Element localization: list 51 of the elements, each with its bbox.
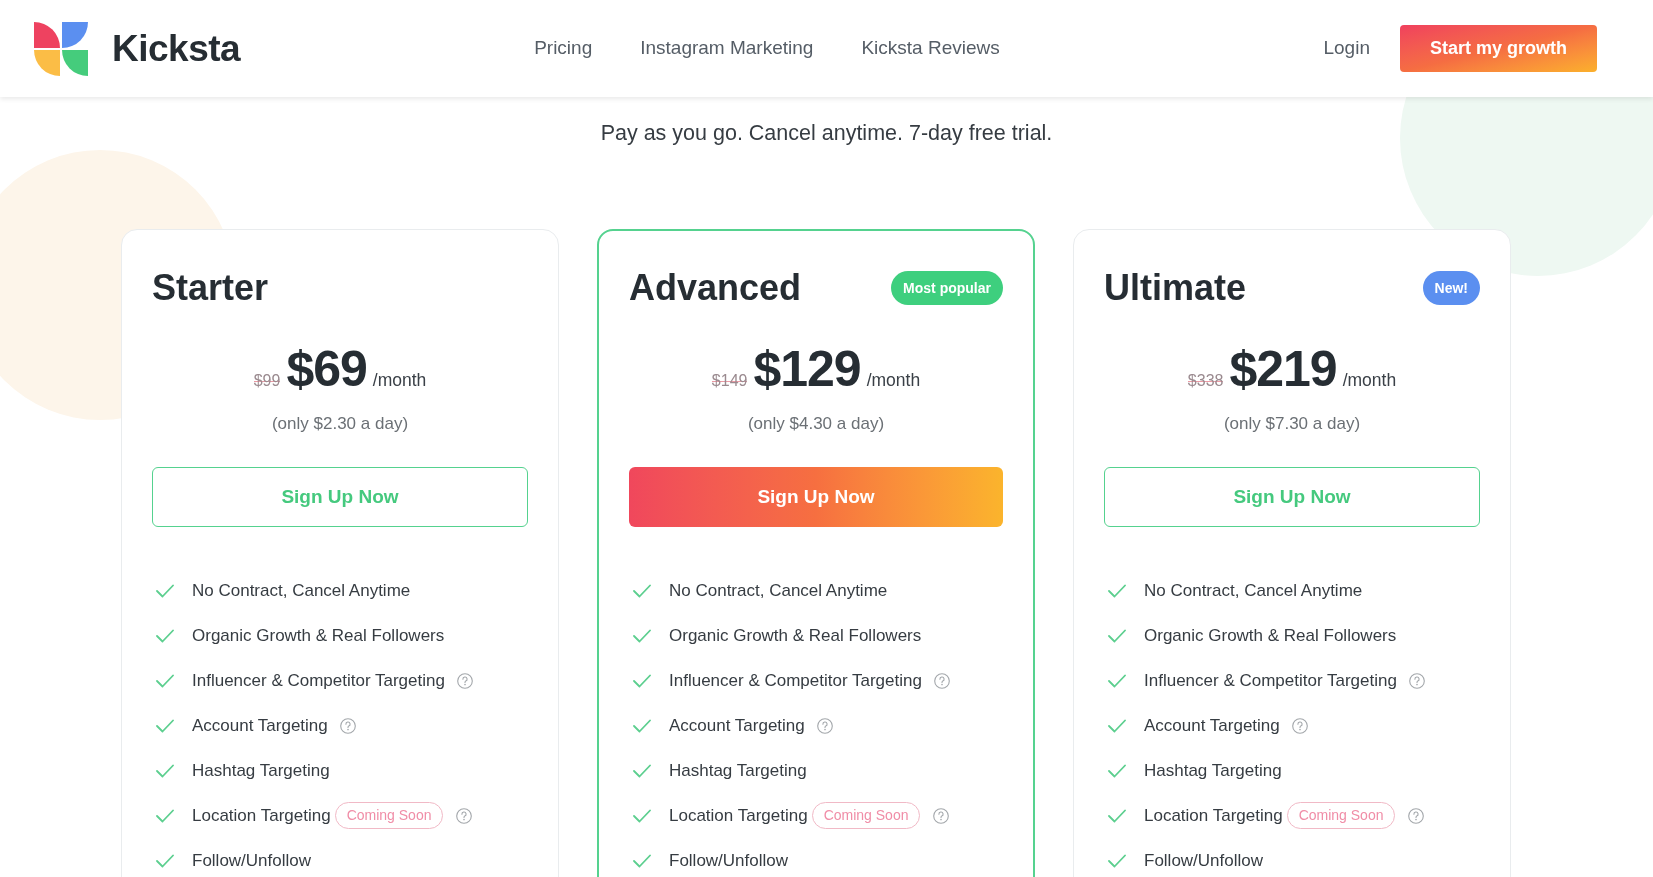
price: $129 — [753, 342, 861, 396]
plan-name: Starter — [152, 268, 269, 308]
feature-text: Organic Growth & Real Followers — [192, 624, 445, 647]
price-period: /month — [866, 369, 921, 392]
plan-name: Advanced — [629, 268, 802, 308]
feature-text: No Contract, Cancel Anytime — [669, 579, 888, 602]
plan-badge: Most popular — [891, 271, 1003, 305]
help-icon[interactable] — [933, 807, 950, 824]
logo-text[interactable]: Kicksta — [112, 20, 241, 77]
help-icon[interactable] — [456, 807, 473, 824]
feature-text: Hashtag Targeting — [669, 759, 807, 782]
price: $69 — [286, 342, 367, 396]
price-period: /month — [1342, 369, 1397, 392]
feature-text: Hashtag Targeting — [192, 759, 330, 782]
nav-link[interactable]: Pricing — [534, 34, 593, 63]
feature-text: Influencer & Competitor Targeting — [192, 669, 445, 692]
help-icon[interactable] — [339, 717, 356, 734]
feature-text: No Contract, Cancel Anytime — [192, 579, 411, 602]
nav-link[interactable]: Instagram Marketing — [640, 34, 814, 63]
help-icon[interactable] — [456, 672, 473, 689]
feature-text: Follow/Unfollow — [192, 849, 312, 872]
help-icon[interactable] — [1408, 807, 1425, 824]
plan-badge: New! — [1422, 271, 1480, 305]
daily-price: (only $4.30 a day) — [747, 413, 885, 435]
feature-text: Location Targeting — [1144, 804, 1283, 827]
feature-text: No Contract, Cancel Anytime — [1144, 579, 1363, 602]
help-icon[interactable] — [816, 717, 833, 734]
feature-text: Location Targeting — [192, 804, 331, 827]
daily-price: (only $2.30 a day) — [271, 413, 409, 435]
logo-icon — [34, 21, 88, 76]
price: $219 — [1229, 342, 1337, 396]
feature-text: Influencer & Competitor Targeting — [669, 669, 922, 692]
feature-text: Hashtag Targeting — [1144, 759, 1282, 782]
help-icon[interactable] — [1291, 717, 1308, 734]
feature-text: Account Targeting — [192, 714, 328, 737]
price-period: /month — [372, 369, 427, 392]
feature-text: Account Targeting — [1144, 714, 1280, 737]
help-icon[interactable] — [1408, 672, 1425, 689]
nav-link[interactable]: Kicksta Reviews — [861, 34, 1000, 63]
feature-text: Follow/Unfollow — [1144, 849, 1264, 872]
feature-text: Influencer & Competitor Targeting — [1144, 669, 1397, 692]
login-link[interactable]: Login — [1323, 34, 1370, 63]
feature-text: Follow/Unfollow — [669, 849, 789, 872]
feature-text: Organic Growth & Real Followers — [669, 624, 922, 647]
feature-text: Organic Growth & Real Followers — [1144, 624, 1397, 647]
tagline: Pay as you go. Cancel anytime. 7-day free trial. — [600, 120, 1053, 146]
feature-text: Account Targeting — [669, 714, 805, 737]
daily-price: (only $7.30 a day) — [1223, 413, 1361, 435]
feature-text: Location Targeting — [669, 804, 808, 827]
plan-name: Ultimate — [1104, 268, 1247, 308]
help-icon[interactable] — [933, 672, 950, 689]
